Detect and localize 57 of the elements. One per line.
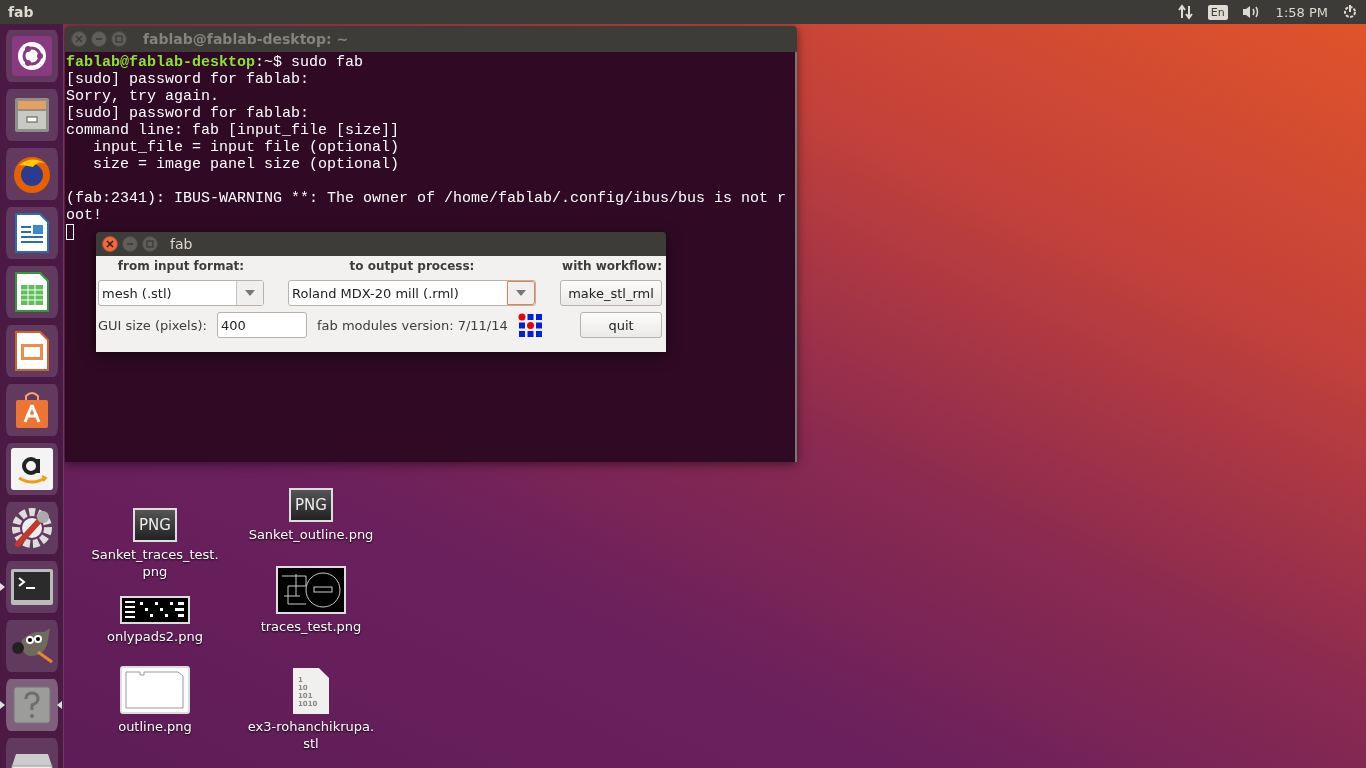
- minimize-icon: [95, 35, 103, 43]
- minimize-icon: [126, 240, 134, 248]
- gear-wrench-icon: [9, 506, 54, 550]
- window-title: fablab@fablab-desktop: ~: [143, 31, 349, 47]
- caret-icon: [516, 290, 526, 296]
- network-arrows-icon[interactable]: [1177, 4, 1194, 20]
- output-process-dropdown[interactable]: Roland MDX-20 mill (.rml): [288, 280, 536, 306]
- close-icon: [106, 240, 114, 248]
- terminal-line: oot!: [66, 207, 103, 224]
- terminal-line: size = image panel size (optional): [92, 156, 401, 173]
- terminal-line: [sudo] password for fablab:: [66, 71, 311, 88]
- column-heading: to output process:: [349, 258, 475, 274]
- caret-icon: [245, 290, 255, 296]
- spreadsheet-icon: [13, 271, 50, 313]
- file-name[interactable]: traces_test.png: [260, 618, 362, 635]
- gui-size-field[interactable]: 400: [216, 312, 307, 338]
- presentation-icon: [13, 330, 50, 372]
- pcb-traces-thumbnail-icon: [276, 566, 346, 614]
- clock[interactable]: 1:58 PM: [1275, 4, 1328, 20]
- outline-thumbnail-icon: [120, 666, 190, 714]
- keyboard-layout-indicator[interactable]: En: [1207, 4, 1228, 20]
- maximize-icon: [146, 240, 154, 248]
- terminal-line: [sudo] password for fablab:: [66, 105, 311, 122]
- input-format-dropdown[interactable]: mesh (.stl): [98, 280, 264, 306]
- file-name[interactable]: onlypads2.png: [107, 628, 203, 645]
- quit-button[interactable]: quit: [580, 312, 662, 338]
- question-mark-icon: [11, 685, 52, 725]
- terminal-line: Sorry, try again.: [66, 88, 221, 105]
- file-name[interactable]: ex3-rohanchikrupa. stl: [247, 718, 375, 752]
- pcb-pads-thumbnail-icon: [120, 596, 190, 624]
- file-name[interactable]: Sanket_outline.png: [248, 526, 374, 543]
- dot-grid-logo-icon: [517, 312, 543, 338]
- workflow-button[interactable]: make_stl_rml: [560, 280, 662, 306]
- version-text: fab modules version: 7/11/14: [316, 317, 508, 333]
- terminal-line: command line: fab [input_file [size]]: [66, 122, 401, 139]
- column-heading: with workflow:: [562, 258, 662, 274]
- close-button[interactable]: [102, 236, 118, 252]
- document-icon: [13, 212, 50, 254]
- amazon-smile-icon: [10, 448, 53, 490]
- maximize-icon: [115, 35, 123, 43]
- png-file-icon: PNG: [289, 488, 333, 522]
- column-heading: from input format:: [117, 258, 245, 274]
- png-file-icon: PNG: [133, 508, 177, 542]
- gimp-mascot-icon: [9, 626, 54, 666]
- terminal-line: fablab@fablab-desktop:~$ sudo fab: [66, 54, 365, 71]
- ubuntu-logo-icon: [11, 36, 52, 76]
- file-name[interactable]: outline.png: [118, 718, 192, 735]
- terminal-icon: [9, 567, 54, 607]
- window-title: fab: [170, 236, 193, 252]
- terminal-line: input_file = input file (optional): [92, 139, 401, 156]
- app-title: fab: [8, 4, 34, 20]
- power-gear-icon[interactable]: [1342, 4, 1358, 20]
- close-icon: [75, 35, 83, 43]
- terminal-line: (fab:2341): IBUS-WARNING **: The owner of /home/fablab/.config/ibus/bus is not r: [66, 190, 788, 207]
- file-name[interactable]: Sanket_traces_test. png: [91, 546, 219, 580]
- gui-size-label: GUI size (pixels):: [98, 317, 207, 333]
- text-cursor-icon: [66, 224, 74, 240]
